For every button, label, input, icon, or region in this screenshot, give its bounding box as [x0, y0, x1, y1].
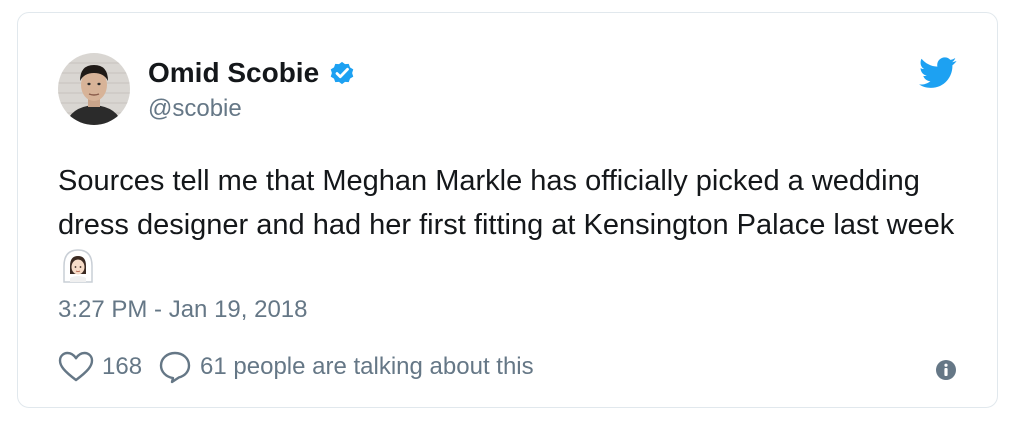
tweet-card[interactable]: Omid Scobie @scobie Sources tell me that…	[17, 12, 998, 408]
author-handle[interactable]: @scobie	[148, 95, 242, 123]
twitter-bird-icon[interactable]	[919, 57, 957, 89]
conversation-link[interactable]: 61 people are talking about this	[158, 350, 534, 384]
avatar-photo	[58, 53, 130, 125]
bride-with-veil-emoji-icon	[60, 248, 96, 284]
speech-bubble-icon	[158, 350, 192, 384]
action-bar: 168 61 people are talking about this	[58, 350, 534, 384]
tweet-body: Sources tell me that Meghan Markle has o…	[58, 165, 955, 241]
avatar[interactable]	[58, 53, 130, 125]
conversation-text: 61 people are talking about this	[200, 353, 534, 380]
info-icon[interactable]	[935, 359, 957, 381]
verified-badge-icon	[327, 58, 357, 88]
author-row: Omid Scobie	[148, 57, 357, 89]
heart-icon	[58, 351, 94, 383]
author-name[interactable]: Omid Scobie	[148, 57, 319, 89]
tweet-timestamp[interactable]: 3:27 PM - Jan 19, 2018	[58, 295, 308, 325]
like-button[interactable]: 168	[58, 351, 142, 383]
tweet-text: Sources tell me that Meghan Markle has o…	[58, 159, 958, 291]
like-count: 168	[102, 353, 143, 380]
